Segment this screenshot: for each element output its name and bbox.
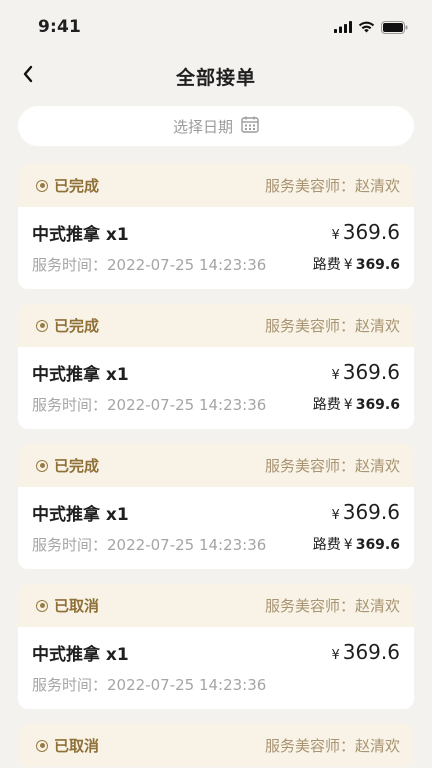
- service-time-label: 服务时间：: [32, 535, 108, 554]
- price-amount: 369.6: [342, 360, 400, 384]
- order-status: 已完成: [36, 455, 99, 476]
- travel-fee-amount: 369.6: [355, 257, 400, 273]
- currency-symbol: ¥: [343, 537, 353, 553]
- price-amount: 369.6: [342, 220, 400, 244]
- travel-fee: 路费 ¥369.6: [313, 534, 400, 554]
- status-dot-icon: [36, 319, 48, 332]
- beautician-name: 服务美容师：赵清欢: [264, 177, 400, 195]
- service-name: 中式推拿 x1: [32, 224, 129, 245]
- order-status-text: 已取消: [54, 597, 100, 615]
- travel-fee-label: 路费: [312, 257, 341, 273]
- order-status: 已取消: [36, 735, 99, 756]
- order-header: 已取消 服务美容师：赵清欢: [18, 724, 414, 767]
- beautician-name: 服务美容师：赵清欢: [264, 457, 400, 475]
- beautician-name: 服务美容师：赵清欢: [264, 737, 400, 755]
- currency-symbol: ¥: [343, 257, 353, 273]
- travel-fee-amount: 369.6: [355, 537, 400, 553]
- order-status-text: 已完成: [54, 317, 100, 335]
- chevron-left-icon: [22, 65, 34, 87]
- order-list: 已完成 服务美容师：赵清欢 中式推拿 x1 ¥ 369.6 服务时间：2022-…: [18, 164, 414, 768]
- order-header: 已完成 服务美容师：赵清欢: [18, 304, 414, 347]
- beautician-name: 服务美容师：赵清欢: [264, 317, 400, 335]
- beautician-name: 服务美容师：赵清欢: [264, 597, 400, 615]
- service-time: 服务时间：2022-07-25 14:23:36: [32, 674, 266, 695]
- order-body: 中式推拿 x1 ¥ 369.6 服务时间：2022-07-25 14:23:36: [18, 627, 414, 709]
- service-time-label: 服务时间：: [32, 255, 108, 274]
- order-price: ¥ 369.6: [331, 220, 400, 244]
- order-body: 中式推拿 x1 ¥ 369.6 服务时间：2022-07-25 14:23:36…: [18, 347, 414, 429]
- order-header: 已完成 服务美容师：赵清欢: [18, 164, 414, 207]
- order-status-text: 已取消: [54, 737, 100, 755]
- status-dot-icon: [36, 459, 48, 472]
- order-body: 中式推拿 x1 ¥ 369.6 服务时间：2022-07-25 14:23:36…: [18, 207, 414, 289]
- service-time: 服务时间：2022-07-25 14:23:36: [32, 394, 266, 415]
- status-dot-icon: [36, 739, 48, 752]
- order-card[interactable]: 已取消 服务美容师：赵清欢: [18, 724, 414, 767]
- currency-symbol: ¥: [331, 648, 340, 663]
- order-price: ¥ 369.6: [331, 360, 400, 384]
- date-picker-placeholder: 选择日期: [172, 117, 233, 136]
- order-card[interactable]: 已完成 服务美容师：赵清欢 中式推拿 x1 ¥ 369.6 服务时间：2022-…: [18, 304, 414, 429]
- travel-fee-amount: 369.6: [355, 397, 400, 413]
- order-header: 已取消 服务美容师：赵清欢: [18, 584, 414, 627]
- battery-icon: [381, 20, 408, 34]
- currency-symbol: ¥: [343, 397, 353, 413]
- status-bar: 9:41: [0, 0, 432, 54]
- order-card[interactable]: 已完成 服务美容师：赵清欢 中式推拿 x1 ¥ 369.6 服务时间：2022-…: [18, 444, 414, 569]
- order-card[interactable]: 已完成 服务美容师：赵清欢 中式推拿 x1 ¥ 369.6 服务时间：2022-…: [18, 164, 414, 289]
- wifi-icon: [358, 21, 375, 33]
- currency-symbol: ¥: [331, 228, 340, 243]
- signal-icon: [334, 21, 352, 33]
- order-status-text: 已完成: [54, 177, 100, 195]
- order-price: ¥ 369.6: [331, 640, 400, 664]
- order-status: 已完成: [36, 315, 99, 336]
- order-status-text: 已完成: [54, 457, 100, 475]
- back-button[interactable]: [10, 58, 46, 94]
- date-picker[interactable]: 选择日期: [18, 106, 414, 146]
- service-time-value: 2022-07-25 14:23:36: [107, 395, 267, 414]
- status-icons: [334, 20, 408, 34]
- service-name: 中式推拿 x1: [32, 364, 129, 385]
- service-time-label: 服务时间：: [32, 675, 108, 694]
- service-time-value: 2022-07-25 14:23:36: [107, 535, 267, 554]
- status-dot-icon: [36, 599, 48, 612]
- service-time-label: 服务时间：: [32, 395, 108, 414]
- service-time-value: 2022-07-25 14:23:36: [107, 255, 267, 274]
- page-title: 全部接单: [175, 66, 256, 89]
- travel-fee-label: 路费: [312, 397, 341, 413]
- travel-fee: 路费 ¥369.6: [313, 254, 400, 274]
- order-body: 中式推拿 x1 ¥ 369.6 服务时间：2022-07-25 14:23:36…: [18, 487, 414, 569]
- order-status: 已取消: [36, 595, 99, 616]
- service-time-value: 2022-07-25 14:23:36: [107, 675, 267, 694]
- order-price: ¥ 369.6: [331, 500, 400, 524]
- order-card[interactable]: 已取消 服务美容师：赵清欢 中式推拿 x1 ¥ 369.6 服务时间：2022-…: [18, 584, 414, 709]
- travel-fee-label: 路费: [312, 537, 341, 553]
- travel-fee: 路费 ¥369.6: [313, 394, 400, 414]
- price-amount: 369.6: [342, 640, 400, 664]
- order-header: 已完成 服务美容师：赵清欢: [18, 444, 414, 487]
- service-name: 中式推拿 x1: [32, 504, 129, 525]
- service-name: 中式推拿 x1: [32, 644, 129, 665]
- price-amount: 369.6: [342, 500, 400, 524]
- service-time: 服务时间：2022-07-25 14:23:36: [32, 254, 266, 275]
- status-time: 9:41: [38, 17, 82, 37]
- order-status: 已完成: [36, 175, 99, 196]
- service-time: 服务时间：2022-07-25 14:23:36: [32, 534, 266, 555]
- calendar-icon: [241, 116, 259, 137]
- status-dot-icon: [36, 179, 48, 192]
- currency-symbol: ¥: [331, 368, 340, 383]
- nav-bar: 全部接单: [0, 54, 432, 98]
- currency-symbol: ¥: [331, 508, 340, 523]
